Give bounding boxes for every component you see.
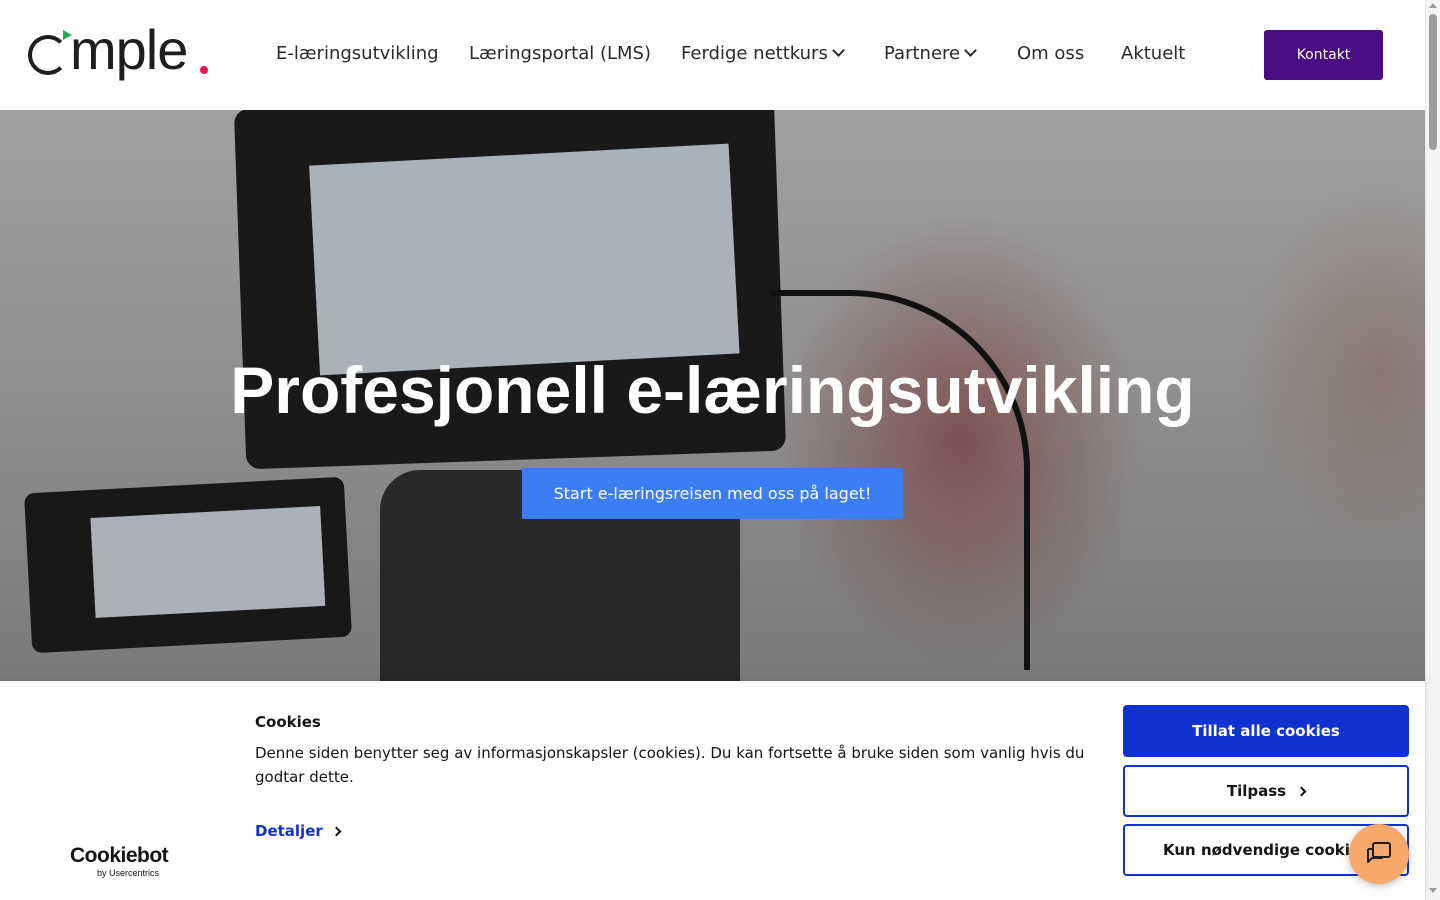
cookie-banner: Cookiebot by Usercentrics Cookies Denne … <box>0 681 1425 900</box>
customize-label: Tilpass <box>1226 782 1287 800</box>
chat-bubble-icon <box>1367 842 1391 863</box>
logo-dot <box>200 66 208 74</box>
site-logo[interactable]: mple <box>28 20 213 86</box>
cookie-details-label: Detaljer <box>255 822 323 840</box>
logo-c-shape <box>28 35 68 75</box>
hero-cta-button[interactable]: Start e-læringsreisen med oss på laget! <box>522 468 903 519</box>
nav-item-news[interactable]: Aktuelt <box>1121 40 1185 68</box>
hero-title: Profesjonell e-læringsutvikling <box>230 353 1195 427</box>
nav-item-courses[interactable]: Ferdige nettkurs <box>681 40 845 68</box>
nav-label: Om oss <box>1017 43 1085 64</box>
hero-section: Profesjonell e-læringsutvikling Start e-… <box>0 110 1425 685</box>
allow-all-cookies-button[interactable]: Tillat alle cookies <box>1123 705 1409 757</box>
nav-item-partners[interactable]: Partnere <box>884 40 977 68</box>
chat-widget-button[interactable] <box>1349 824 1409 884</box>
cookie-text: Denne siden benytter seg av informasjons… <box>255 744 1085 786</box>
cookiebot-logo[interactable]: Cookiebot by Usercentrics <box>70 844 180 884</box>
nav-label: Læringsportal (LMS) <box>469 43 651 64</box>
cookie-title: Cookies <box>255 713 321 731</box>
site-header: mple E-læringsutvikling Læringsportal (L… <box>0 0 1425 110</box>
page-scrollbar[interactable] <box>1425 0 1440 900</box>
customize-cookies-button[interactable]: Tilpass <box>1123 765 1409 817</box>
cookie-details-link[interactable]: Detaljer <box>255 822 342 840</box>
logo-play-icon <box>63 30 72 40</box>
nav-item-lms[interactable]: Læringsportal (LMS) <box>469 40 651 68</box>
cookiebot-brand-name: Cookiebot <box>70 844 169 867</box>
nav-label: Partnere <box>884 43 961 64</box>
scroll-down-arrow-icon[interactable] <box>1429 888 1437 893</box>
chevron-down-icon <box>831 44 845 57</box>
nav-label: Ferdige nettkurs <box>681 43 828 64</box>
scroll-thumb[interactable] <box>1429 14 1437 150</box>
nav-item-about[interactable]: Om oss <box>1017 40 1084 68</box>
chevron-right-icon <box>1296 786 1307 797</box>
nav-label: E-læringsutvikling <box>276 43 439 64</box>
nav-item-e-learning[interactable]: E-læringsutvikling <box>276 40 439 68</box>
chevron-right-icon <box>331 826 342 837</box>
scroll-up-arrow-icon[interactable] <box>1429 3 1437 8</box>
chevron-down-icon <box>964 44 977 57</box>
contact-button[interactable]: Kontakt <box>1264 30 1383 80</box>
nav-label: Aktuelt <box>1121 43 1186 64</box>
logo-wordmark: mple <box>28 20 188 80</box>
cookiebot-brand-sub: by Usercentrics <box>97 868 160 878</box>
